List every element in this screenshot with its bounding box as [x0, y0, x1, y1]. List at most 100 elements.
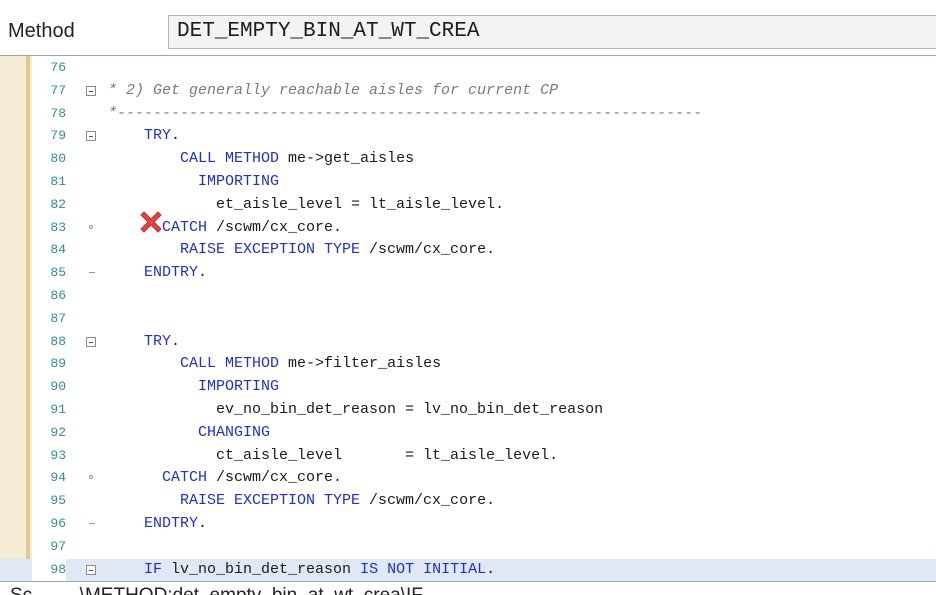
code-text: TRY.	[108, 331, 180, 354]
code-text: TRY.	[108, 125, 180, 148]
code-token: .	[198, 264, 208, 282]
line-number: 94	[50, 470, 66, 486]
code-line[interactable]: 96 ENDTRY.	[0, 513, 936, 536]
keyword: ENDTRY	[144, 514, 199, 532]
code-line[interactable]: 91 ev_no_bin_det_reason = lv_no_bin_det_…	[0, 399, 936, 422]
code-line[interactable]: 98 IF lv_no_bin_det_reason IS NOT INITIA…	[0, 558, 936, 581]
code-line[interactable]: 84 RAISE EXCEPTION TYPE /scwm/cx_core.	[0, 239, 936, 262]
keyword: CALL METHOD	[180, 355, 280, 373]
keyword: CATCH	[162, 469, 208, 487]
code-text: CALL METHOD me->filter_aisles	[108, 353, 441, 376]
line-number: 91	[50, 401, 66, 417]
code-token: /scwm/cx_core.	[360, 492, 496, 510]
line-number: 86	[50, 287, 66, 303]
line-number: 84	[50, 242, 66, 258]
line-number: 83	[50, 219, 66, 235]
code-text: CALL METHOD me->get_aisles	[108, 148, 414, 171]
line-number: 78	[50, 105, 66, 121]
code-line[interactable]: 92 CHANGING	[0, 422, 936, 445]
line-number: 88	[50, 333, 66, 349]
status-bar: Sc \METHOD:det_empty_bin_at_wt_crea\IF	[0, 582, 936, 595]
fold-marker-icon	[86, 519, 96, 529]
fold-toggle-icon[interactable]	[86, 564, 96, 575]
code-line[interactable]: 88 TRY.	[0, 331, 936, 354]
fold-toggle-icon[interactable]	[86, 131, 96, 142]
code-token: /scwm/cx_core.	[207, 469, 343, 487]
code-line[interactable]: 77 * 2) Get generally reachable aisles fo…	[0, 80, 936, 103]
code-text: *---------------------------------------…	[108, 103, 702, 126]
code-text: ct_aisle_level = lt_aisle_level.	[108, 445, 558, 468]
keyword: TRY	[144, 332, 172, 350]
code-line[interactable]: 87	[0, 308, 936, 331]
status-path: Sc \METHOD:det_empty_bin_at_wt_crea\IF	[10, 585, 423, 595]
code-line[interactable]: 95 RAISE EXCEPTION TYPE /scwm/cx_core.	[0, 490, 936, 513]
code-text: RAISE EXCEPTION TYPE /scwm/cx_core.	[108, 239, 495, 262]
keyword: IF	[144, 560, 163, 578]
line-number: 95	[50, 493, 66, 509]
code-line[interactable]: 76	[0, 57, 936, 80]
code-token: .	[198, 514, 208, 532]
comment: * 2) Get generally reachable aisles for …	[108, 81, 559, 99]
keyword: IMPORTING	[198, 172, 280, 190]
keyword: ENDTRY	[144, 264, 199, 282]
code-token: et_aisle_level = lt_aisle_level.	[108, 195, 505, 213]
code-text: et_aisle_level = lt_aisle_level.	[108, 194, 504, 217]
code-token: ct_aisle_level = lt_aisle_level.	[108, 446, 559, 464]
line-number: 97	[50, 538, 66, 554]
line-number: 77	[50, 82, 66, 98]
line-number: 85	[50, 265, 66, 281]
keyword: RAISE EXCEPTION TYPE	[180, 241, 361, 259]
line-number: 93	[50, 447, 66, 463]
code-editor[interactable]: 76 77 * 2) Get generally reachable aisles …	[0, 55, 936, 582]
code-text: IF lv_no_bin_det_reason IS NOT INITIAL.	[108, 559, 495, 581]
line-number: 87	[50, 310, 66, 326]
keyword: CALL METHOD	[180, 150, 280, 168]
code-text: ev_no_bin_det_reason = lv_no_bin_det_rea…	[108, 399, 603, 422]
line-number: 92	[50, 424, 66, 440]
code-line[interactable]: 97	[0, 536, 936, 559]
code-lines: 76 77 * 2) Get generally reachable aisles …	[0, 57, 936, 581]
code-token: .	[171, 127, 181, 145]
line-number: 76	[50, 60, 66, 75]
fold-toggle-icon[interactable]	[86, 85, 96, 96]
line-number: 89	[50, 356, 66, 372]
fold-toggle-icon[interactable]	[86, 336, 96, 347]
fold-marker-icon	[86, 223, 96, 233]
code-line[interactable]: 89 CALL METHOD me->filter_aisles	[0, 353, 936, 376]
fold-marker-icon	[86, 473, 96, 483]
code-text: CHANGING	[108, 422, 270, 445]
code-line[interactable]: 93 ct_aisle_level = lt_aisle_level.	[0, 445, 936, 468]
code-line[interactable]: 79 TRY.	[0, 125, 936, 148]
line-number: 98	[32, 558, 66, 581]
keyword: IMPORTING	[198, 378, 280, 396]
code-text: IMPORTING	[108, 171, 279, 194]
code-line[interactable]: 94 CATCH /scwm/cx_core.	[0, 467, 936, 490]
line-number: 81	[50, 173, 66, 189]
code-text: ENDTRY.	[108, 513, 207, 536]
code-line[interactable]: 90 IMPORTING	[0, 376, 936, 399]
code-line[interactable]: 85 ENDTRY.	[0, 262, 936, 285]
code-line[interactable]: 78 *-------------------------------------…	[0, 103, 936, 126]
code-token: me->get_aisles	[279, 150, 415, 168]
code-line[interactable]: 81 IMPORTING	[0, 171, 936, 194]
code-token: .	[171, 332, 181, 350]
keyword: IS NOT INITIAL	[360, 560, 487, 578]
code-line[interactable]: 80 CALL METHOD me->get_aisles	[0, 148, 936, 171]
code-token: /scwm/cx_core.	[360, 241, 496, 259]
code-token: lv_no_bin_det_reason	[162, 560, 361, 578]
line-number: 90	[50, 379, 66, 395]
method-name-field[interactable]: DET_EMPTY_BIN_AT_WT_CREA	[168, 15, 936, 49]
code-line[interactable]: 86	[0, 285, 936, 308]
line-number: 82	[50, 196, 66, 212]
line-number: 79	[50, 128, 66, 144]
code-token: ev_no_bin_det_reason = lv_no_bin_det_rea…	[108, 400, 604, 418]
